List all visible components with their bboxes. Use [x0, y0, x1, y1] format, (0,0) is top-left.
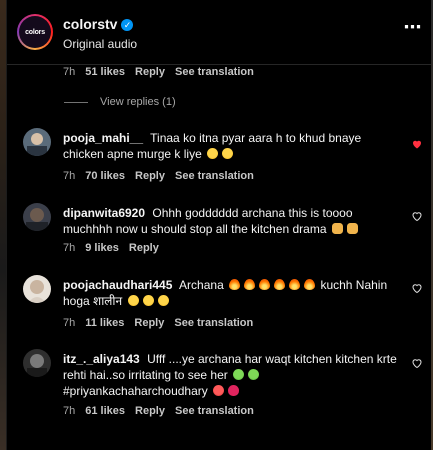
liked-heart-icon[interactable]: [411, 138, 423, 150]
folded-hands-emoji-icon: [331, 223, 343, 234]
see-translation-link[interactable]: See translation: [175, 405, 254, 417]
see-translation-link[interactable]: See translation: [174, 317, 253, 329]
comment-text: Archana: [179, 278, 224, 292]
account-avatar[interactable]: colors: [17, 14, 53, 50]
comment-meta: 7h 51 likes Reply See translation: [63, 66, 264, 78]
comment-meta: 7h 9 likes Reply: [63, 242, 169, 254]
comment-hashtag[interactable]: #priyankachaharchoudhary: [63, 384, 208, 398]
view-replies-button[interactable]: View replies (1): [64, 96, 176, 108]
comment-username[interactable]: poojachaudhari445: [63, 278, 172, 292]
comment-likes[interactable]: 61 likes: [85, 405, 125, 417]
fire-emoji-icon: [304, 279, 316, 290]
reply-button[interactable]: Reply: [135, 170, 165, 182]
comment-body: itz_._aliya143 Ufff ....ye archana har w…: [63, 351, 403, 399]
comment-meta: 7h 11 likes Reply See translation: [63, 317, 263, 329]
comment-time: 7h: [63, 317, 76, 329]
comment-body: poojachaudhari445 Archana kuchh Nahin ho…: [63, 277, 403, 309]
fire-emoji-icon: [274, 279, 286, 290]
like-heart-icon[interactable]: [411, 357, 423, 369]
like-heart-icon[interactable]: [411, 282, 423, 294]
laughing-emoji-icon: [127, 295, 139, 306]
commenter-avatar[interactable]: [23, 128, 51, 156]
comment-time: 7h: [63, 405, 76, 417]
reply-button[interactable]: Reply: [134, 317, 164, 329]
comment-time: 7h: [63, 242, 76, 254]
reply-button[interactable]: Reply: [135, 66, 165, 78]
account-avatar-logo: colors: [19, 16, 51, 48]
comment-likes[interactable]: 51 likes: [85, 66, 125, 78]
comment-username[interactable]: pooja_mahi__: [63, 131, 143, 145]
laughing-emoji-icon: [222, 148, 234, 159]
laughing-emoji-icon: [157, 295, 169, 306]
see-translation-link[interactable]: See translation: [175, 170, 254, 182]
fire-emoji-icon: [259, 279, 271, 290]
commenter-avatar[interactable]: [23, 203, 51, 231]
angry-face-emoji-icon: [213, 385, 225, 396]
comment-time: 7h: [63, 170, 76, 182]
view-replies-label: View replies (1): [100, 96, 176, 108]
audio-label[interactable]: Original audio: [63, 37, 137, 51]
reply-button[interactable]: Reply: [129, 242, 159, 254]
like-heart-icon[interactable]: [411, 210, 423, 222]
comment-time: 7h: [63, 66, 76, 78]
comment-meta: 7h 61 likes Reply See translation: [63, 405, 264, 417]
commenter-avatar[interactable]: [23, 349, 51, 377]
comment-likes[interactable]: 11 likes: [85, 317, 124, 329]
comment-body: pooja_mahi__ Tinaa ko itna pyar aara h t…: [63, 130, 403, 162]
fire-emoji-icon: [229, 279, 241, 290]
comments-panel: colors colorstv ✓ Original audio ⋯ 7h 51 l…: [6, 0, 431, 450]
commenter-avatar[interactable]: [23, 275, 51, 303]
comment-username[interactable]: dipanwita6920: [63, 206, 145, 220]
sick-face-emoji-icon: [248, 369, 260, 380]
more-options-icon[interactable]: ⋯: [403, 18, 423, 40]
see-translation-link[interactable]: See translation: [175, 66, 254, 78]
comment-body: dipanwita6920 Ohhh godddddd archana this…: [63, 205, 403, 237]
fire-emoji-icon: [289, 279, 301, 290]
nauseated-face-emoji-icon: [233, 369, 245, 380]
reply-button[interactable]: Reply: [135, 405, 165, 417]
red-heart-emoji-icon: [228, 385, 240, 396]
folded-hands-emoji-icon: [346, 223, 358, 234]
fire-emoji-icon: [244, 279, 256, 290]
comment-meta: 7h 70 likes Reply See translation: [63, 170, 264, 182]
comment-likes[interactable]: 9 likes: [85, 242, 119, 254]
laughing-emoji-icon: [207, 148, 219, 159]
verified-badge-icon: ✓: [121, 19, 134, 31]
laughing-emoji-icon: [142, 295, 154, 306]
view-replies-divider: [64, 101, 88, 103]
post-header: colors colorstv ✓ Original audio ⋯: [7, 0, 431, 65]
account-name-row: colorstv ✓: [63, 16, 134, 32]
comment-username[interactable]: itz_._aliya143: [63, 352, 140, 366]
comment-likes[interactable]: 70 likes: [85, 170, 125, 182]
account-name[interactable]: colorstv: [63, 16, 117, 32]
